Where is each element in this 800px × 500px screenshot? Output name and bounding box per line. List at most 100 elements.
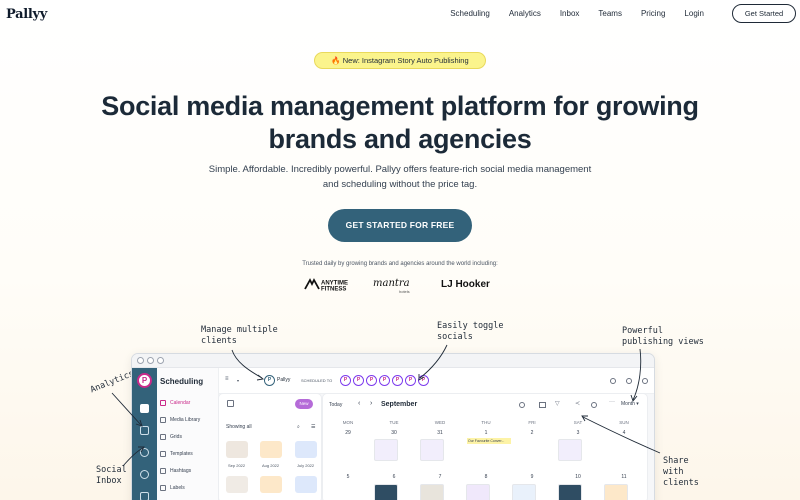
settings-icon[interactable] <box>591 402 597 408</box>
view-select-label: Month <box>621 401 635 407</box>
sidebar-item-labels[interactable]: Labels <box>160 485 185 491</box>
scheduled-post[interactable] <box>374 439 398 461</box>
scheduled-post[interactable] <box>558 439 582 461</box>
day-number[interactable]: 6 <box>371 474 417 480</box>
scheduled-post[interactable] <box>558 484 582 500</box>
calendar-icon <box>160 400 166 406</box>
nav-link-scheduling[interactable]: Scheduling <box>450 9 490 18</box>
annotation-powerful-line-2: publishing views <box>622 337 704 347</box>
label-icon <box>160 485 166 491</box>
media-folder[interactable] <box>295 441 317 458</box>
calendar-event[interactable]: Our Favourite Conver... <box>467 438 511 444</box>
media-folder[interactable] <box>260 441 282 458</box>
day-number[interactable]: 10 <box>555 474 601 480</box>
chat-icon[interactable] <box>519 402 525 408</box>
calendar-icon[interactable] <box>140 404 149 413</box>
nav-link-login[interactable]: Login <box>684 9 704 18</box>
nav-link-inbox[interactable]: Inbox <box>560 9 580 18</box>
sidebar-item-hashtags[interactable]: Hashtags <box>160 468 191 474</box>
scheduled-post[interactable] <box>466 484 490 500</box>
month-title: September <box>381 401 418 408</box>
day-number[interactable]: 4 <box>601 430 647 436</box>
next-month-icon[interactable]: › <box>370 400 372 407</box>
sidebar-item-grids[interactable]: Grids <box>160 434 182 440</box>
anytime-fitness-logo: ANYTIME FITNESS <box>304 278 360 297</box>
pallyy-logo[interactable]: Pallyy <box>6 7 47 22</box>
media-folder[interactable] <box>260 476 282 493</box>
inbox-icon[interactable] <box>140 470 149 479</box>
bell-icon[interactable] <box>642 378 648 384</box>
day-number[interactable]: 8 <box>463 474 509 480</box>
nav-link-pricing[interactable]: Pricing <box>641 9 665 18</box>
home-icon[interactable] <box>227 400 234 407</box>
sidebar-item-media-library[interactable]: Media Library <box>160 417 200 423</box>
day-number[interactable]: 7 <box>417 474 463 480</box>
today-button[interactable]: Today <box>329 402 342 408</box>
folder-label: Sep 2022 <box>228 463 246 468</box>
scheduled-post[interactable] <box>512 484 536 500</box>
sidebar-item-label: Hashtags <box>170 468 192 474</box>
annotation-manage-line-1: Manage multiple <box>201 325 278 335</box>
annotation-toggle-line-1: Easily toggle <box>437 321 504 331</box>
annotation-analytics: Analytics <box>89 368 136 396</box>
day-number[interactable]: 3 <box>555 430 601 436</box>
share-icon[interactable] <box>140 492 149 500</box>
showing-filter[interactable]: Showing all <box>226 424 252 430</box>
social-profile-toggle[interactable]: P <box>392 375 403 386</box>
refresh-icon[interactable] <box>610 378 616 384</box>
nav-link-teams[interactable]: Teams <box>598 9 622 18</box>
workspace-label: ▾ <box>237 378 240 383</box>
client-avatar[interactable]: P <box>264 375 275 386</box>
social-profile-toggle[interactable]: P <box>353 375 364 386</box>
day-number[interactable]: 5 <box>325 474 371 480</box>
weekday-label: SAT <box>573 420 583 425</box>
new-post-button[interactable]: New <box>295 399 313 409</box>
more-icon[interactable]: ··· <box>609 399 615 405</box>
image-icon[interactable] <box>539 402 546 408</box>
analytics-icon[interactable] <box>140 426 149 435</box>
social-profile-toggle[interactable]: P <box>366 375 377 386</box>
day-number[interactable]: 11 <box>601 474 647 480</box>
social-profile-toggle[interactable]: P <box>379 375 390 386</box>
media-folder[interactable] <box>226 476 248 493</box>
annotation-toggle-line-2: socials <box>437 332 473 342</box>
get-started-free-button[interactable]: GET STARTED FOR FREE <box>328 209 472 242</box>
window-dot-maximize <box>157 357 164 364</box>
day-number[interactable]: 9 <box>509 474 555 480</box>
day-number[interactable]: 2 <box>509 430 555 436</box>
view-select[interactable]: Month ▾ <box>621 401 639 407</box>
filter-icon[interactable]: ▽ <box>555 400 560 407</box>
send-icon[interactable] <box>140 448 149 457</box>
day-number[interactable]: 29 <box>325 430 371 436</box>
nav-link-analytics[interactable]: Analytics <box>509 9 541 18</box>
media-folder[interactable] <box>226 441 248 458</box>
announcement-badge[interactable]: 🔥 New: Instagram Story Auto Publishing <box>314 52 486 69</box>
pallyy-app-icon[interactable]: P <box>137 373 152 388</box>
get-started-button[interactable]: Get Started <box>732 4 796 23</box>
top-nav: Pallyy Scheduling Analytics Inbox Teams … <box>0 0 800 28</box>
sidebar-item-calendar[interactable]: Calendar <box>160 400 190 406</box>
day-number[interactable]: 30 <box>371 430 417 436</box>
scheduled-post[interactable] <box>374 484 398 500</box>
sidebar-item-templates[interactable]: Templates <box>160 451 193 457</box>
social-profile-toggle[interactable]: P <box>340 375 351 386</box>
social-profile-toggle[interactable]: P <box>405 375 416 386</box>
media-folder[interactable] <box>295 476 317 493</box>
folder-menu-icon[interactable]: ☰ <box>311 424 315 430</box>
hero-subtitle-line-1: Simple. Affordable. Incredibly powerful.… <box>208 164 592 175</box>
folder-label: Aug 2022 <box>262 463 280 468</box>
day-number[interactable]: 1 <box>463 430 509 436</box>
scheduled-post[interactable] <box>420 484 444 500</box>
scheduled-post[interactable] <box>604 484 628 500</box>
hashtag-icon <box>160 468 166 474</box>
menu-icon[interactable]: ≡ <box>225 376 229 382</box>
share-icon[interactable]: ≺ <box>575 400 580 407</box>
client-selector[interactable]: Pallyy <box>277 377 290 383</box>
scheduled-post[interactable] <box>420 439 444 461</box>
day-number[interactable]: 31 <box>417 430 463 436</box>
social-profile-toggle[interactable]: P <box>418 375 429 386</box>
prev-month-icon[interactable]: ‹ <box>358 400 360 407</box>
annotation-toggle-socials: Easily toggle socials <box>437 321 504 343</box>
bolt-icon[interactable] <box>626 378 632 384</box>
search-icon[interactable]: ⌕ <box>297 424 300 430</box>
